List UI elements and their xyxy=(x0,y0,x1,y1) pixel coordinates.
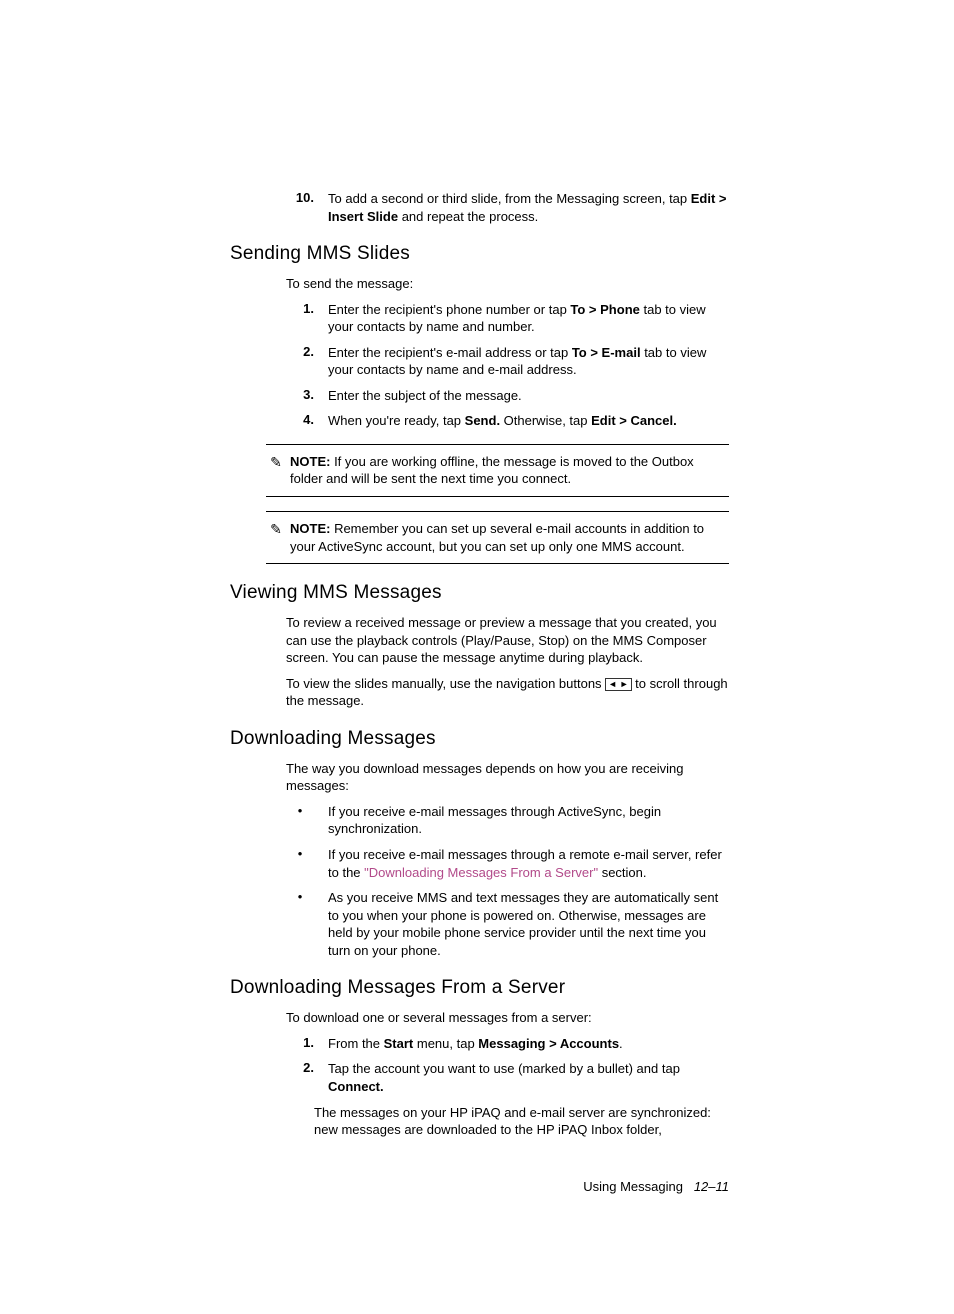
text-fragment: To view the slides manually, use the nav… xyxy=(286,676,605,691)
bullet-row: • If you receive e-mail messages through… xyxy=(286,803,729,838)
step-text: To add a second or third slide, from the… xyxy=(328,190,729,225)
step-row: 10. To add a second or third slide, from… xyxy=(286,190,729,225)
bullet-text: If you receive e-mail messages through A… xyxy=(328,803,729,838)
bullet-icon: • xyxy=(286,889,328,959)
intro-text: The way you download messages depends on… xyxy=(286,760,729,795)
footer-page-number: 12–11 xyxy=(694,1179,729,1194)
text-fragment: Enter the recipient's phone number or ta… xyxy=(328,302,570,317)
bold-fragment: To > Phone xyxy=(570,302,639,317)
link-text[interactable]: "Downloading Messages From a Server" xyxy=(364,865,598,880)
note-icon: ✎ xyxy=(266,520,290,555)
text-fragment: When you're ready, tap xyxy=(328,413,465,428)
step-text: When you're ready, tap Send. Otherwise, … xyxy=(328,412,729,430)
step-number: 1. xyxy=(286,301,328,336)
page-body: 10. To add a second or third slide, from… xyxy=(0,0,954,1314)
footer-section: Using Messaging xyxy=(583,1179,683,1194)
text-fragment: Otherwise, tap xyxy=(500,413,591,428)
note-block: ✎ NOTE: Remember you can set up several … xyxy=(266,511,729,564)
note-block: ✎ NOTE: If you are working offline, the … xyxy=(266,444,729,497)
step-text: Enter the recipient's e-mail address or … xyxy=(328,344,729,379)
text-fragment: Remember you can set up several e-mail a… xyxy=(290,521,704,554)
nav-buttons-icon: ◄ ► xyxy=(605,678,631,691)
intro-text: To send the message: xyxy=(286,275,729,293)
nav-left-icon: ◄ xyxy=(608,679,617,689)
step-number: 2. xyxy=(286,344,328,379)
heading-sending-mms-slides: Sending MMS Slides xyxy=(230,243,729,265)
step-text: From the Start menu, tap Messaging > Acc… xyxy=(328,1035,729,1053)
text-fragment: If you are working offline, the message … xyxy=(290,454,694,487)
text-fragment: Tap the account you want to use (marked … xyxy=(328,1061,680,1076)
bullet-text: As you receive MMS and text messages the… xyxy=(328,889,729,959)
bullet-icon: • xyxy=(286,803,328,838)
note-text: NOTE: Remember you can set up several e-… xyxy=(290,520,729,555)
step-row: 1. From the Start menu, tap Messaging > … xyxy=(286,1035,729,1053)
step-row: 1. Enter the recipient's phone number or… xyxy=(286,301,729,336)
text-fragment: To add a second or third slide, from the… xyxy=(328,191,691,206)
bullet-row: • As you receive MMS and text messages t… xyxy=(286,889,729,959)
nav-right-icon: ► xyxy=(620,679,629,689)
text-fragment: menu, tap xyxy=(413,1036,478,1051)
bold-fragment: Connect. xyxy=(328,1079,384,1094)
page-footer: Using Messaging 12–11 xyxy=(230,1179,729,1194)
step-number: 3. xyxy=(286,387,328,405)
paragraph: To view the slides manually, use the nav… xyxy=(286,675,729,710)
bullet-icon: • xyxy=(286,846,328,881)
step-number: 4. xyxy=(286,412,328,430)
step-row: 3. Enter the subject of the message. xyxy=(286,387,729,405)
step-row: 4. When you're ready, tap Send. Otherwis… xyxy=(286,412,729,430)
paragraph: To review a received message or preview … xyxy=(286,614,729,667)
text-fragment: From the xyxy=(328,1036,384,1051)
bold-fragment: NOTE: xyxy=(290,521,330,536)
text-fragment: section. xyxy=(598,865,646,880)
intro-text: To download one or several messages from… xyxy=(286,1009,729,1027)
step-number: 1. xyxy=(286,1035,328,1053)
step-number: 10. xyxy=(286,190,328,225)
text-fragment: Enter the recipient's e-mail address or … xyxy=(328,345,572,360)
text-fragment: and repeat the process. xyxy=(398,209,538,224)
bold-fragment: NOTE: xyxy=(290,454,330,469)
continuation-text: The messages on your HP iPAQ and e-mail … xyxy=(314,1104,729,1139)
note-text: NOTE: If you are working offline, the me… xyxy=(290,453,729,488)
heading-downloading-from-server: Downloading Messages From a Server xyxy=(230,977,729,999)
text-fragment: Enter the subject of the message. xyxy=(328,388,522,403)
note-icon: ✎ xyxy=(266,453,290,488)
heading-downloading-messages: Downloading Messages xyxy=(230,728,729,750)
heading-viewing-mms-messages: Viewing MMS Messages xyxy=(230,582,729,604)
text-fragment: . xyxy=(619,1036,623,1051)
bullet-row: • If you receive e-mail messages through… xyxy=(286,846,729,881)
bold-fragment: Send. xyxy=(465,413,500,428)
step-text: Tap the account you want to use (marked … xyxy=(328,1060,729,1095)
step-text: Enter the subject of the message. xyxy=(328,387,729,405)
bold-fragment: Messaging > Accounts xyxy=(478,1036,619,1051)
bold-fragment: Edit > Cancel. xyxy=(591,413,677,428)
step-text: Enter the recipient's phone number or ta… xyxy=(328,301,729,336)
step-row: 2. Enter the recipient's e-mail address … xyxy=(286,344,729,379)
bold-fragment: Start xyxy=(384,1036,414,1051)
bold-fragment: To > E-mail xyxy=(572,345,641,360)
bullet-text: If you receive e-mail messages through a… xyxy=(328,846,729,881)
step-row: 2. Tap the account you want to use (mark… xyxy=(286,1060,729,1095)
step-number: 2. xyxy=(286,1060,328,1095)
